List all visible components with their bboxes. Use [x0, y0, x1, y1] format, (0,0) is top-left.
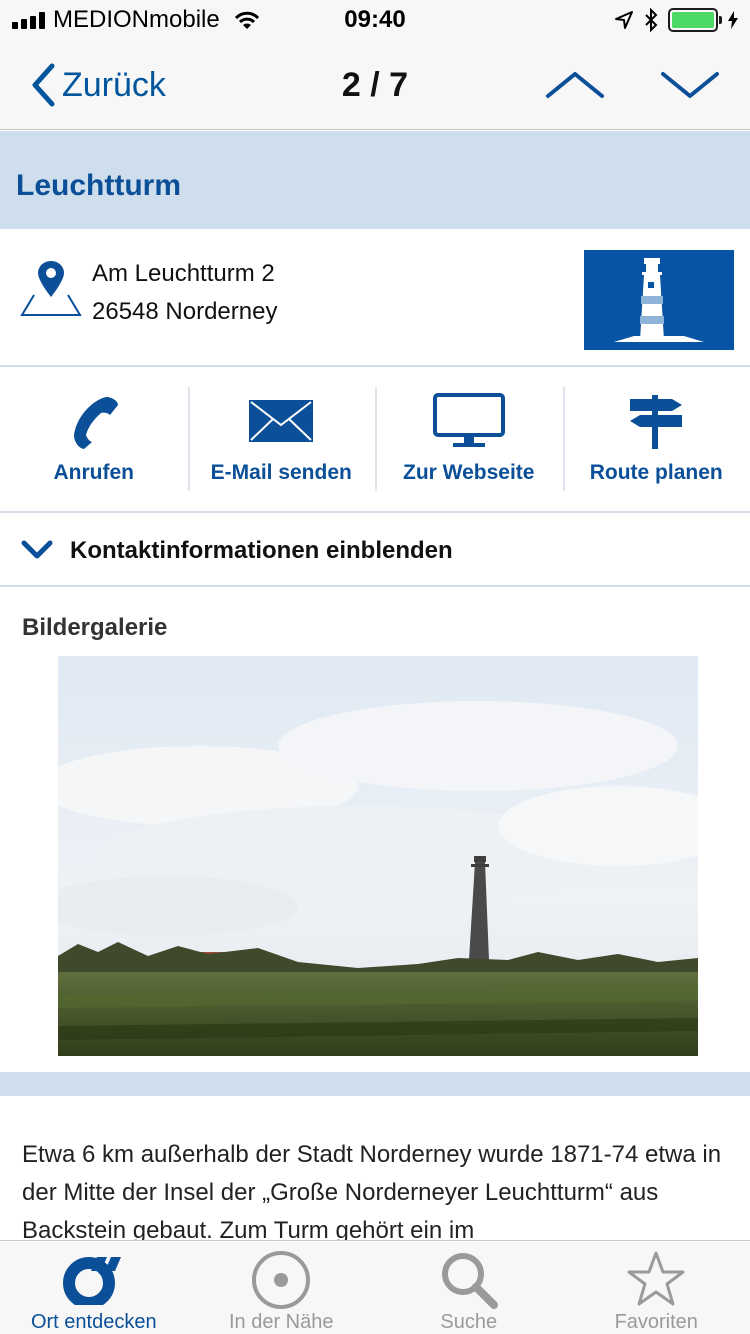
website-button[interactable]: Zur Webseite — [375, 367, 563, 511]
lighthouse-landscape-photo — [58, 656, 698, 1056]
address-street: Am Leuchtturm 2 — [92, 260, 275, 287]
lighthouse-icon — [614, 258, 704, 342]
call-button[interactable]: Anrufen — [0, 367, 188, 511]
action-row: Anrufen E-Mail senden Zur Webseite Route… — [0, 367, 750, 513]
next-item-button[interactable] — [655, 64, 725, 108]
gallery-photo[interactable] — [58, 656, 698, 1056]
route-button[interactable]: Route planen — [562, 367, 750, 511]
tab-label: Suche — [440, 1311, 498, 1333]
previous-item-button[interactable] — [540, 64, 610, 108]
tab-in-der-naehe[interactable]: In der Nähe — [188, 1241, 376, 1334]
call-label: Anrufen — [53, 461, 135, 484]
location-arrow-icon — [615, 11, 633, 29]
logo-icon — [62, 1257, 121, 1305]
website-label: Zur Webseite — [403, 461, 535, 484]
bluetooth-icon — [645, 8, 658, 32]
title-band: Leuchtturm — [0, 131, 750, 229]
address-city: 26548 Norderney — [92, 298, 278, 325]
email-button[interactable]: E-Mail senden — [187, 367, 376, 511]
tab-bar: Ort entdecken In der Nähe Suche Favorite… — [0, 1240, 750, 1334]
signpost-icon — [630, 395, 683, 449]
description-text: Etwa 6 km außerhalb der Stadt Norderney … — [22, 1141, 722, 1244]
route-label: Route planen — [589, 461, 723, 484]
contact-info-toggle[interactable]: Kontaktinformationen einblenden — [0, 513, 750, 587]
chevron-up-icon — [546, 72, 604, 98]
monitor-icon — [432, 393, 505, 447]
nearby-icon — [252, 1251, 311, 1309]
lighthouse-category-image — [584, 250, 734, 350]
battery-icon — [668, 8, 722, 32]
address-section: Am Leuchtturm 2 26548 Norderney — [0, 229, 750, 367]
status-bar: MEDIONmobile 09:40 — [0, 0, 750, 40]
chevron-down-icon — [661, 72, 719, 98]
gallery-title: Bildergalerie — [22, 614, 168, 641]
tab-favoriten[interactable]: Favoriten — [563, 1241, 750, 1334]
tab-suche[interactable]: Suche — [375, 1241, 563, 1334]
email-label: E-Mail senden — [210, 461, 352, 484]
status-right — [614, 6, 738, 34]
navigation-bar: Zurück 2 / 7 — [0, 40, 750, 130]
chevron-down-icon — [21, 540, 53, 559]
phone-icon — [73, 397, 118, 449]
envelope-icon — [249, 400, 314, 442]
star-icon — [627, 1251, 685, 1306]
tab-label: Ort entdecken — [30, 1311, 157, 1333]
map-pin-icon — [20, 261, 82, 316]
search-icon — [441, 1253, 498, 1309]
contact-toggle-label: Kontaktinformationen einblenden — [70, 537, 453, 564]
tab-label: In der Nähe — [228, 1311, 334, 1333]
page-title: Leuchtturm — [16, 169, 181, 202]
item-counter: 2 / 7 — [341, 66, 409, 104]
tab-label: Favoriten — [614, 1311, 698, 1333]
tab-ort-entdecken[interactable]: Ort entdecken — [0, 1241, 188, 1334]
charging-icon — [728, 11, 738, 29]
section-divider — [0, 1072, 750, 1096]
address-text: Am Leuchtturm 2 26548 Norderney — [92, 255, 277, 331]
